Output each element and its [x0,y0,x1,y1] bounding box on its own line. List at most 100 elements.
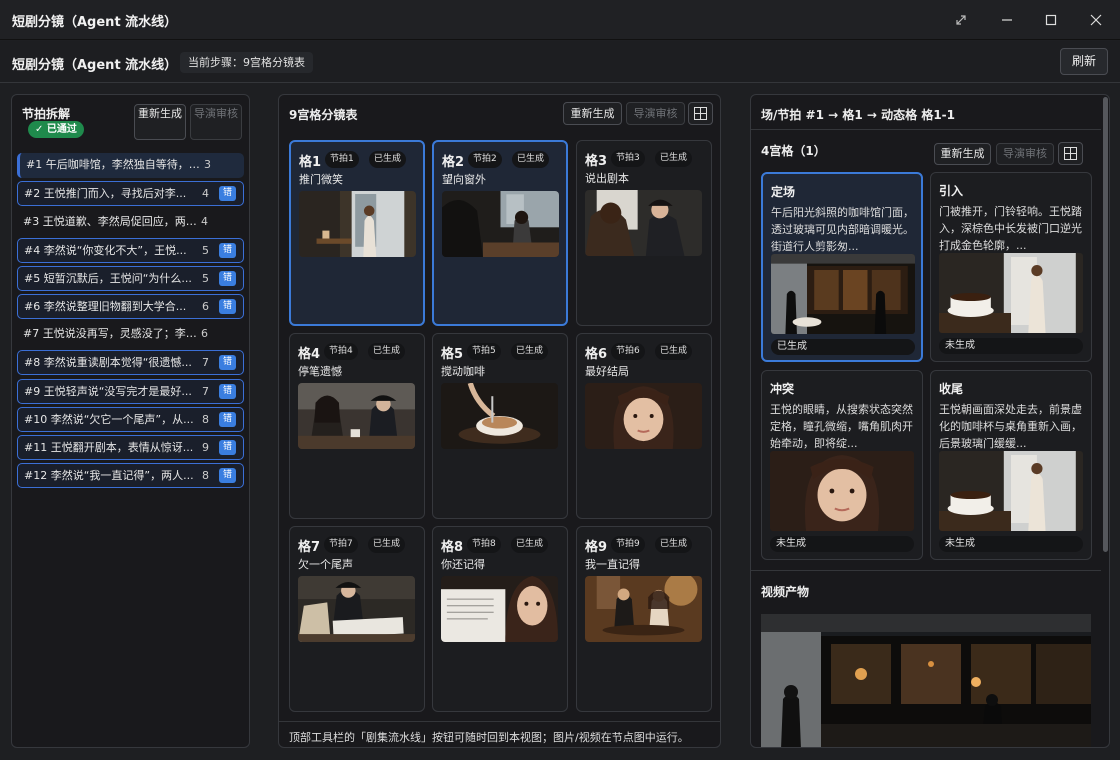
cell-beat-chip: 节拍7 [324,536,358,553]
beat-count: 4 [202,187,209,200]
beat-text: #11 王悦翻开剧本，表情从惊讶... [24,441,194,454]
grid-view-icon[interactable] [688,102,713,125]
approved-badge: ✓ 已通过 [28,121,84,138]
shot-card[interactable]: 冲突 王悦的眼睛，从搜索状态突然定格，瞳孔微缩，嘴角肌肉开始牵动，即将绽... … [761,370,923,560]
current-step-chip: 当前步骤：9宫格分镜表 [180,52,313,73]
storyboard-cell[interactable]: 格6 节拍6 已生成 最好结局 [576,333,712,519]
beat-item[interactable]: #4 李然说“你变化不大”，王悦... 5错 [17,238,244,263]
app-header: 短剧分镜（Agent 流水线） 当前步骤：9宫格分镜表 刷新 [0,41,1120,83]
cell-beat-chip: 节拍5 [467,343,501,360]
beat-item[interactable]: #12 李然说“我一直记得”，两人... 8错 [17,463,244,488]
maximize-icon[interactable] [1028,0,1074,40]
shot-card[interactable]: 定场 午后阳光斜照的咖啡馆门面，透过玻璃可见内部暗调暖光。街道行人剪影匆... … [761,172,923,362]
detail-scrollbar[interactable] [1103,97,1108,552]
storyboard-title: 9宫格分镜表 [289,108,358,122]
storyboard-cell[interactable]: 格9 节拍9 已生成 我一直记得 [576,526,712,712]
cell-caption: 推门微笑 [299,173,343,186]
restore-icon[interactable] [938,0,984,40]
left-regenerate-button[interactable]: 重新生成 [134,104,186,140]
shot-card-thumbnail[interactable] [939,451,1083,531]
beat-item[interactable]: #7 王悦说没再写，灵感没了；李然... 6 [17,322,244,347]
storyboard-cell[interactable]: 格2 节拍2 已生成 望向窗外 [432,140,568,326]
beats-title: 节拍拆解 [22,107,71,121]
beat-text: #4 李然说“你变化不大”，王悦... [24,244,187,257]
storyboard-director-review-button[interactable]: 导演审核 [626,102,685,125]
beat-text: #5 短暂沉默后，王悦问“为什么... [24,272,192,285]
beat-text: #12 李然说“我一直记得”，两人... [24,469,194,482]
cell-thumbnail[interactable] [441,383,558,449]
beat-item[interactable]: #5 短暂沉默后，王悦问“为什么... 5错 [17,266,244,291]
beat-item[interactable]: #8 李然说重读剧本觉得“很遗憾... 7错 [17,350,244,375]
beat-text: #6 李然说整理旧物翻到大学合... [24,300,187,313]
cell-status-chip: 已生成 [655,150,693,167]
quad-grid-title: 4宫格（1） [761,144,826,158]
beat-text: #10 李然说“欠它一个尾声”，从... [24,413,194,426]
shot-card-thumbnail[interactable] [771,254,915,334]
beat-text: #9 王悦轻声说“没写完才是最好... [24,385,192,398]
storyboard-cell[interactable]: 格1 节拍1 已生成 推门微笑 [289,140,425,326]
beat-count: 3 [204,158,211,171]
cell-thumbnail[interactable] [585,190,702,256]
cell-beat-chip: 节拍4 [324,343,358,360]
quad-director-review-button[interactable]: 导演审核 [996,143,1054,165]
beats-panel: 节拍拆解 ✓ 已通过 重新生成 导演审核 #1 午后咖啡馆，李然独自等待，焦..… [11,94,250,748]
left-director-review-button[interactable]: 导演审核 [190,104,242,140]
cell-thumbnail[interactable] [585,576,702,642]
cell-number: 格7 [298,540,321,555]
cell-status-chip: 已生成 [511,536,549,553]
cell-thumbnail[interactable] [441,576,558,642]
refresh-button[interactable]: 刷新 [1060,48,1108,75]
quad-regenerate-button[interactable]: 重新生成 [934,143,991,165]
cell-thumbnail[interactable] [442,191,559,257]
page-title: 短剧分镜（Agent 流水线） [12,58,178,73]
cell-thumbnail[interactable] [299,191,416,257]
video-title: 视频产物 [761,585,810,599]
shot-card[interactable]: 引入 门被推开，门铃轻响。王悦踏入，深棕色中长发被门口逆光打成金色轮廓，... … [930,172,1092,362]
error-badge: 错 [219,440,236,455]
storyboard-regenerate-button[interactable]: 重新生成 [563,102,622,125]
cell-caption: 欠一个尾声 [298,558,353,571]
cell-caption: 我一直记得 [585,558,640,571]
shot-card-status: 已生成 [771,339,915,355]
error-badge: 错 [219,355,236,370]
beat-item[interactable]: #10 李然说“欠它一个尾声”，从... 8错 [17,407,244,432]
detail-panel: 场/节拍 #1 → 格1 → 动态格 格1-1 4宫格（1） 重新生成 导演审核… [750,94,1110,748]
cell-status-chip: 已生成 [655,536,693,553]
quad-grid-view-icon[interactable] [1058,142,1083,165]
beat-item[interactable]: #6 李然说整理旧物翻到大学合... 6错 [17,294,244,319]
error-badge: 错 [219,186,236,201]
beat-text: #3 王悦道歉、李然局促回应，两人... [23,215,199,228]
storyboard-cell[interactable]: 格4 节拍4 已生成 停笔遗憾 [289,333,425,519]
close-icon[interactable] [1073,0,1119,40]
window-title: 短剧分镜（Agent 流水线） [12,15,178,30]
shot-card-thumbnail[interactable] [770,451,914,531]
cell-number: 格6 [585,347,608,362]
cell-thumbnail[interactable] [298,576,415,642]
beat-count: 4 [201,215,208,228]
beat-item[interactable]: #11 王悦翻开剧本，表情从惊讶... 9错 [17,435,244,460]
minimize-icon[interactable] [984,0,1030,40]
storyboard-cell[interactable]: 格7 节拍7 已生成 欠一个尾声 [289,526,425,712]
shot-card-status: 未生成 [939,536,1083,552]
video-preview[interactable] [761,614,1091,747]
beat-item[interactable]: #3 王悦道歉、李然局促回应，两人... 4 [17,210,244,235]
cell-number: 格4 [298,347,321,362]
shot-card-thumbnail[interactable] [939,253,1083,333]
beat-item[interactable]: #1 午后咖啡馆，李然独自等待，焦... 3 [17,153,244,178]
shot-card[interactable]: 收尾 王悦朝画面深处走去，前景虚化的咖啡杯与桌角重新入画，后景玻璃门缓缓... … [930,370,1092,560]
cell-thumbnail[interactable] [298,383,415,449]
shot-card-description: 午后阳光斜照的咖啡馆门面，透过玻璃可见内部暗调暖光。街道行人剪影匆... [771,206,914,253]
cell-beat-chip: 节拍9 [611,536,645,553]
storyboard-cell[interactable]: 格5 节拍5 已生成 搅动咖啡 [432,333,568,519]
beat-count: 6 [201,327,208,340]
cell-number: 格2 [442,155,465,170]
storyboard-cell[interactable]: 格3 节拍3 已生成 说出剧本 [576,140,712,326]
cell-status-chip: 已生成 [512,151,550,168]
beat-item[interactable]: #2 王悦推门而入，寻找后对李... 4错 [17,181,244,206]
cell-status-chip: 已生成 [655,343,693,360]
beat-count: 5 [202,244,209,257]
cell-beat-chip: 节拍2 [468,151,502,168]
cell-thumbnail[interactable] [585,383,702,449]
beat-item[interactable]: #9 王悦轻声说“没写完才是最好... 7错 [17,379,244,404]
storyboard-cell[interactable]: 格8 节拍8 已生成 你还记得 [432,526,568,712]
